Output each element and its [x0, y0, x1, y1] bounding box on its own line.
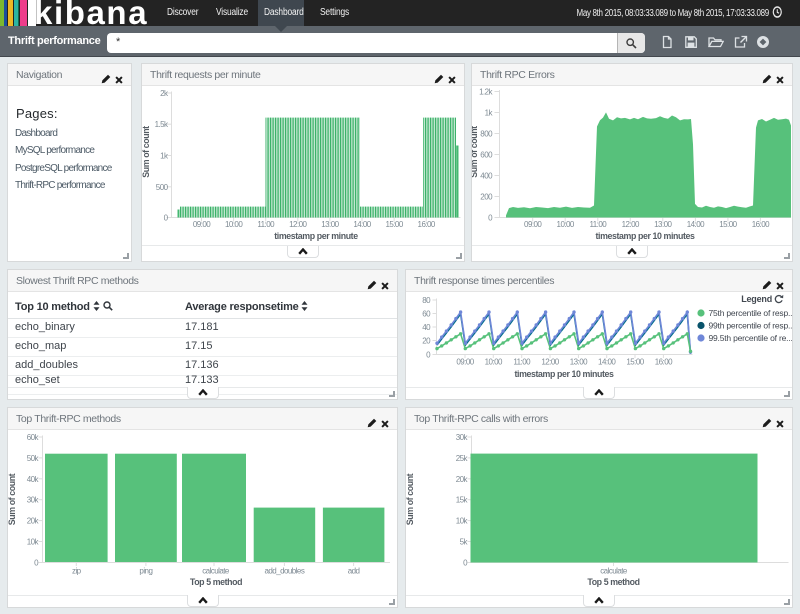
svg-text:12:00: 12:00 — [541, 358, 559, 367]
svg-text:timestamp per minute: timestamp per minute — [274, 231, 358, 241]
svg-text:80: 80 — [422, 296, 431, 305]
svg-text:ping: ping — [139, 567, 152, 576]
svg-text:20k: 20k — [27, 517, 40, 526]
svg-text:Top 5 method: Top 5 method — [587, 577, 639, 587]
svg-text:zip: zip — [72, 567, 82, 576]
svg-text:15:00: 15:00 — [385, 220, 403, 229]
svg-text:1.2k: 1.2k — [479, 88, 493, 97]
svg-text:500: 500 — [156, 183, 169, 192]
svg-text:50k: 50k — [27, 454, 40, 463]
svg-text:60k: 60k — [27, 433, 40, 442]
svg-text:200: 200 — [480, 193, 493, 202]
svg-text:11:00: 11:00 — [257, 220, 275, 229]
svg-text:10:00: 10:00 — [557, 220, 575, 229]
svg-text:Sum of count: Sum of count — [8, 473, 17, 525]
svg-text:09:00: 09:00 — [456, 358, 474, 367]
svg-text:20k: 20k — [456, 475, 469, 484]
svg-text:800: 800 — [480, 130, 493, 139]
svg-text:calculate: calculate — [600, 567, 628, 576]
svg-text:Legend: Legend — [741, 294, 772, 304]
svg-text:99.5th percentile of re...: 99.5th percentile of re... — [709, 333, 793, 343]
svg-text:75th percentile of resp...: 75th percentile of resp... — [709, 308, 793, 318]
svg-text:15:00: 15:00 — [719, 220, 737, 229]
svg-text:1k: 1k — [485, 109, 494, 118]
svg-text:14:00: 14:00 — [353, 220, 371, 229]
svg-text:09:00: 09:00 — [193, 220, 211, 229]
svg-text:10k: 10k — [27, 538, 40, 547]
svg-text:99th percentile of resp...: 99th percentile of resp... — [709, 321, 793, 331]
svg-text:Sum of count: Sum of count — [472, 126, 479, 178]
svg-text:1.5k: 1.5k — [155, 120, 169, 129]
svg-text:10:00: 10:00 — [485, 358, 503, 367]
svg-text:Sum of count: Sum of count — [142, 126, 151, 178]
svg-text:12:00: 12:00 — [622, 220, 640, 229]
svg-text:40k: 40k — [27, 475, 40, 484]
svg-text:09:00: 09:00 — [524, 220, 542, 229]
svg-text:5k: 5k — [460, 538, 469, 547]
svg-text:16:00: 16:00 — [655, 358, 673, 367]
svg-text:40: 40 — [422, 323, 431, 332]
svg-text:0: 0 — [34, 559, 39, 568]
svg-text:0: 0 — [463, 559, 468, 568]
svg-text:600: 600 — [480, 151, 493, 160]
svg-text:add: add — [348, 567, 360, 576]
svg-text:16:00: 16:00 — [418, 220, 436, 229]
svg-text:25k: 25k — [456, 454, 469, 463]
svg-text:Sum of count: Sum of count — [406, 473, 415, 525]
svg-text:Top 5 method: Top 5 method — [190, 577, 242, 587]
svg-text:15:00: 15:00 — [626, 358, 644, 367]
svg-text:timestamp per 10 minutes: timestamp per 10 minutes — [515, 369, 614, 379]
svg-text:timestamp per 10 minutes: timestamp per 10 minutes — [596, 231, 695, 241]
svg-text:20: 20 — [422, 337, 431, 346]
svg-text:add_doubles: add_doubles — [265, 567, 305, 576]
svg-text:11:00: 11:00 — [513, 358, 531, 367]
svg-text:30k: 30k — [456, 433, 469, 442]
svg-text:11:00: 11:00 — [589, 220, 607, 229]
svg-text:13:00: 13:00 — [654, 220, 672, 229]
svg-text:10:00: 10:00 — [225, 220, 243, 229]
svg-text:30k: 30k — [27, 496, 40, 505]
svg-text:13:00: 13:00 — [570, 358, 588, 367]
svg-text:0: 0 — [488, 214, 493, 223]
svg-text:14:00: 14:00 — [687, 220, 705, 229]
svg-text:calculate: calculate — [202, 567, 230, 576]
svg-text:13:00: 13:00 — [321, 220, 339, 229]
svg-text:12:00: 12:00 — [289, 220, 307, 229]
svg-text:60: 60 — [422, 310, 431, 319]
svg-text:10k: 10k — [456, 517, 469, 526]
svg-text:16:00: 16:00 — [752, 220, 770, 229]
svg-text:15k: 15k — [456, 496, 469, 505]
svg-text:14:00: 14:00 — [598, 358, 616, 367]
svg-text:400: 400 — [480, 172, 493, 181]
svg-text:0: 0 — [426, 351, 431, 360]
